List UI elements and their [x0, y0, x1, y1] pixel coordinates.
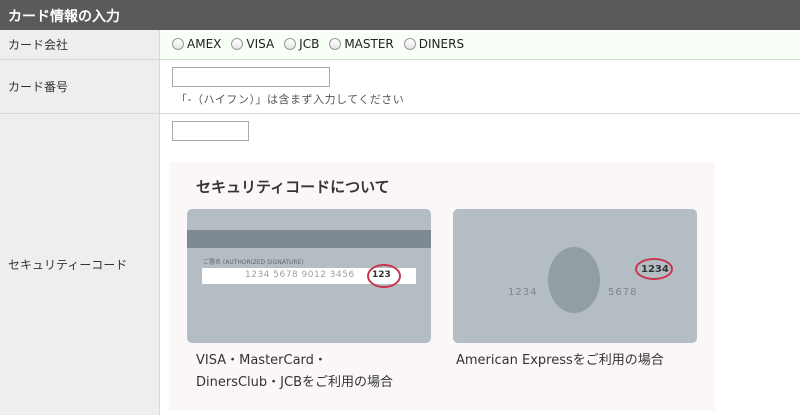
section-title: カード情報の入力 — [8, 9, 120, 25]
security-code-info-box: セキュリティコードについて ご署名 (AUTHORIZED SIGNATURE)… — [169, 162, 715, 411]
card-number-row: カード番号 「-（ハイフン）」は含まず入力してください — [0, 60, 800, 114]
card-back-caption: VISA・MasterCard・ DinersClub・JCBをご利用の場合 — [196, 350, 446, 394]
radio-diners-circle[interactable] — [403, 38, 416, 50]
card-amex-caption: American Expressをご利用の場合 — [456, 353, 664, 368]
card-number-hint: 「-（ハイフン）」は含まず入力してください — [176, 93, 405, 106]
radio-amex[interactable]: AMEX — [172, 37, 221, 51]
card-back-number: 1234 5678 9012 3456 — [245, 270, 355, 280]
card-company-label: カード会社 — [0, 30, 160, 59]
security-info-title: セキュリティコードについて — [196, 178, 390, 196]
radio-jcb-label: JCB — [299, 37, 320, 51]
magnetic-stripe — [187, 230, 431, 248]
amex-emblem-icon — [548, 247, 600, 313]
card-number-label: カード番号 — [0, 60, 160, 113]
radio-jcb[interactable]: JCB — [284, 37, 319, 51]
radio-diners-label: DINERS — [418, 37, 465, 51]
back-code-highlight-circle — [367, 264, 401, 288]
security-code-field: セキュリティコードについて ご署名 (AUTHORIZED SIGNATURE)… — [160, 114, 800, 415]
radio-master[interactable]: MASTER — [329, 37, 394, 51]
amex-code-highlight-circle — [635, 258, 673, 280]
radio-diners[interactable]: DINERS — [403, 37, 465, 51]
amex-number-right: 5678 — [608, 287, 638, 298]
amex-number-left: 1234 — [508, 287, 538, 298]
card-back-caption-line1: VISA・MasterCard・ — [196, 353, 327, 368]
radio-visa-label: VISA — [246, 37, 275, 51]
signature-caption: ご署名 (AUTHORIZED SIGNATURE) — [203, 259, 304, 266]
security-code-input[interactable] — [172, 121, 249, 141]
card-number-input[interactable] — [172, 67, 330, 87]
radio-master-label: MASTER — [344, 37, 394, 51]
section-header: カード情報の入力 — [0, 0, 800, 30]
radio-visa-circle[interactable] — [231, 38, 244, 50]
card-company-row: カード会社 AMEX VISA JCB MASTER DINERS — [0, 30, 800, 60]
card-company-field: AMEX VISA JCB MASTER DINERS — [160, 30, 800, 59]
radio-amex-circle[interactable] — [172, 38, 184, 50]
radio-master-circle[interactable] — [329, 38, 342, 50]
radio-visa[interactable]: VISA — [231, 37, 274, 51]
radio-amex-label: AMEX — [187, 37, 222, 51]
card-amex-illustration: 1234 1234 5678 — [453, 209, 697, 343]
security-code-label: セキュリティーコード — [0, 114, 160, 415]
radio-jcb-circle[interactable] — [284, 38, 297, 50]
card-back-caption-line2: DinersClub・JCBをご利用の場合 — [196, 375, 393, 390]
card-company-radio-group: AMEX VISA JCB MASTER DINERS — [172, 37, 464, 51]
card-back-illustration: ご署名 (AUTHORIZED SIGNATURE) 1234 5678 901… — [187, 209, 431, 343]
card-number-field: 「-（ハイフン）」は含まず入力してください — [160, 60, 800, 113]
security-code-row: セキュリティーコード セキュリティコードについて ご署名 (AUTHORIZED… — [0, 114, 800, 415]
